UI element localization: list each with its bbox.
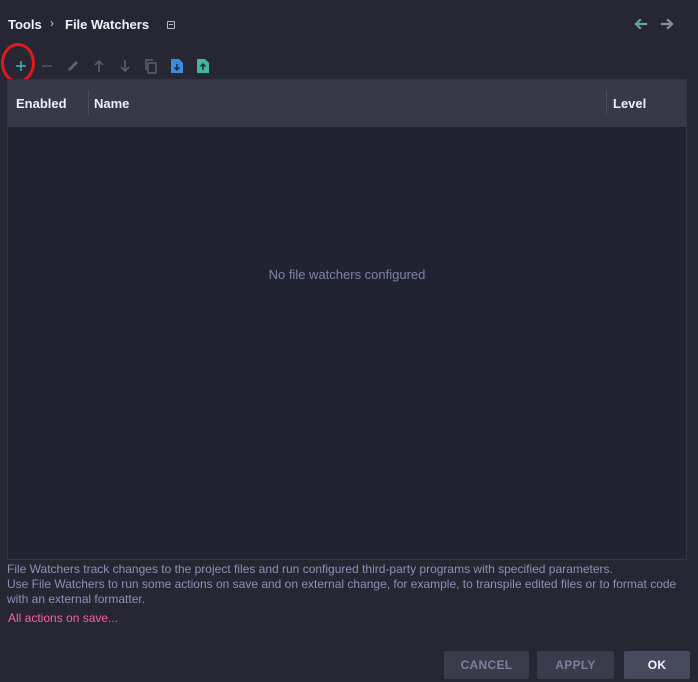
ok-button[interactable]: OK	[624, 651, 690, 679]
column-header-enabled[interactable]: Enabled	[16, 96, 67, 111]
header: Tools › File Watchers	[0, 0, 698, 50]
breadcrumb-separator: ›	[50, 16, 54, 30]
description-line: Use File Watchers to run some actions on…	[7, 577, 677, 606]
page-title: File Watchers	[65, 17, 150, 32]
breadcrumb-tools[interactable]: Tools	[8, 17, 42, 32]
edit-icon[interactable]	[65, 58, 81, 74]
export-icon[interactable]	[195, 58, 211, 74]
column-header-level[interactable]: Level	[613, 96, 646, 111]
move-up-icon[interactable]	[91, 58, 107, 74]
add-button-highlight	[1, 43, 35, 83]
column-header-name[interactable]: Name	[94, 96, 129, 111]
move-down-icon[interactable]	[117, 58, 133, 74]
file-watchers-table[interactable]: Enabled Name Level No file watchers conf…	[7, 79, 687, 560]
empty-state-text: No file watchers configured	[268, 267, 426, 282]
back-arrow-icon[interactable]	[634, 17, 648, 31]
description: File Watchers track changes to the proje…	[7, 562, 687, 607]
cancel-button[interactable]: CANCEL	[444, 651, 529, 679]
remove-icon[interactable]	[39, 58, 55, 74]
project-scope-icon	[167, 21, 175, 29]
apply-button[interactable]: APPLY	[537, 651, 614, 679]
forward-arrow-icon[interactable]	[660, 17, 674, 31]
table-header: Enabled Name Level	[8, 80, 686, 127]
copy-icon[interactable]	[143, 58, 159, 74]
toolbar	[0, 52, 698, 80]
all-actions-on-save-link[interactable]: All actions on save...	[8, 611, 118, 625]
description-line: File Watchers track changes to the proje…	[7, 562, 613, 576]
column-divider[interactable]	[606, 90, 607, 115]
import-icon[interactable]	[169, 58, 185, 74]
column-divider[interactable]	[88, 90, 89, 115]
